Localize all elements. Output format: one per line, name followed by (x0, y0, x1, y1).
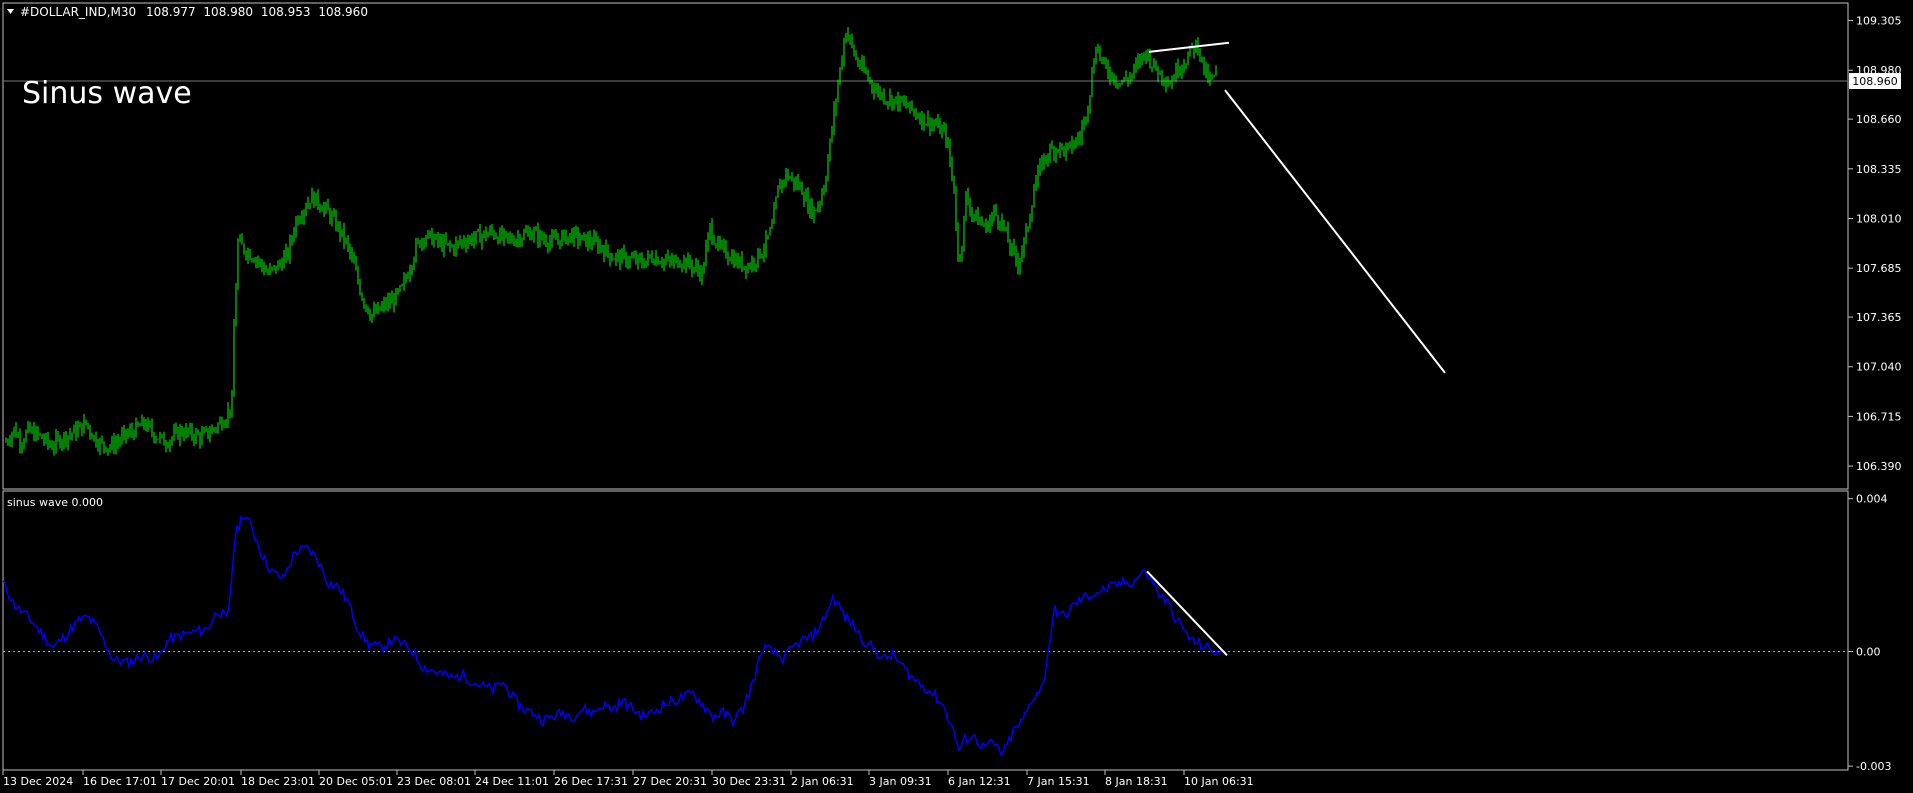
indicator-panel-frame (2, 490, 1849, 771)
price-axis-label: 107.040 (1856, 361, 1902, 374)
projection-line[interactable] (1224, 89, 1446, 374)
main-price-panel[interactable]: 109.305 108.980 108.660 108.335 108.010 107.6… (2, 2, 1902, 490)
time-axis-label: 17 Dec 20:01 (161, 775, 235, 788)
main-panel-frame (2, 2, 1849, 490)
chart-menu-triangle-icon[interactable] (7, 9, 14, 14)
svg-text:#DOLLAR_IND,M30 108.977: #DOLLAR_IND,M30 108.977 108.980 108.953 … (20, 5, 368, 19)
symbol-header: #DOLLAR_IND,M30 (20, 5, 136, 19)
ohlc-high: 108.980 (203, 5, 253, 19)
sinus-wave-annotation: Sinus wave (22, 76, 192, 111)
ohlc-close: 108.960 (318, 5, 368, 19)
time-axis-label: 18 Dec 23:01 (241, 775, 315, 788)
indicator-axis-label: -0.003 (1856, 760, 1891, 773)
time-axis-label: 27 Dec 20:31 (633, 775, 707, 788)
time-axis-label: 2 Jan 06:31 (791, 775, 854, 788)
current-price-label: 108.960 (1852, 75, 1898, 88)
price-axis-label: 107.685 (1856, 262, 1902, 275)
time-axis-label: 6 Jan 12:31 (948, 775, 1011, 788)
time-axis-label: 26 Dec 17:31 (554, 775, 628, 788)
time-axis-label: 3 Jan 09:31 (869, 775, 932, 788)
price-axis-label: 106.390 (1856, 460, 1902, 473)
price-axis-label: 108.660 (1856, 113, 1902, 126)
time-axis-label: 30 Dec 23:31 (712, 775, 786, 788)
time-axis-label: 23 Dec 08:01 (397, 775, 471, 788)
price-axis-label: 109.305 (1856, 15, 1902, 28)
price-axis-label: 106.715 (1856, 410, 1902, 423)
time-axis-label: 10 Jan 06:31 (1184, 775, 1254, 788)
time-axis-label: 24 Dec 11:01 (475, 775, 549, 788)
main-trend-lines[interactable] (1148, 41, 1446, 374)
indicator-title: sinus wave 0.000 (7, 496, 103, 509)
time-axis-label: 16 Dec 17:01 (83, 775, 157, 788)
time-axis-label: 7 Jan 15:31 (1027, 775, 1090, 788)
ohlc-low: 108.953 (261, 5, 311, 19)
time-axis-label: 20 Dec 05:01 (319, 775, 393, 788)
indicator-axis-label: 0.00 (1856, 646, 1881, 659)
time-axis: 13 Dec 2024 16 Dec 17:01 17 Dec 20:01 18 De… (2, 770, 1254, 788)
time-axis-label: 8 Jan 18:31 (1105, 775, 1168, 788)
price-axis-label: 107.365 (1856, 311, 1902, 324)
price-axis-label: 108.010 (1856, 212, 1902, 225)
resistance-line[interactable] (1148, 41, 1230, 53)
indicator-down-line[interactable] (1146, 570, 1228, 657)
ohlc-open: 108.977 (146, 5, 196, 19)
sinus-wave-line (2, 515, 1222, 757)
indicator-panel[interactable]: 0.004 0.00 -0.003 sinus wave 0.000 (2, 490, 1891, 773)
indicator-trend-lines[interactable] (1146, 570, 1228, 657)
time-axis-label: 13 Dec 2024 (3, 775, 73, 788)
indicator-axis: 0.004 0.00 -0.003 (1848, 493, 1891, 773)
price-axis-label: 108.335 (1856, 163, 1902, 176)
sinus-wave-series (2, 515, 1222, 757)
chart-window[interactable]: 109.305 108.980 108.660 108.335 108.010 107.6… (0, 0, 1913, 793)
indicator-axis-label: 0.004 (1856, 493, 1888, 506)
